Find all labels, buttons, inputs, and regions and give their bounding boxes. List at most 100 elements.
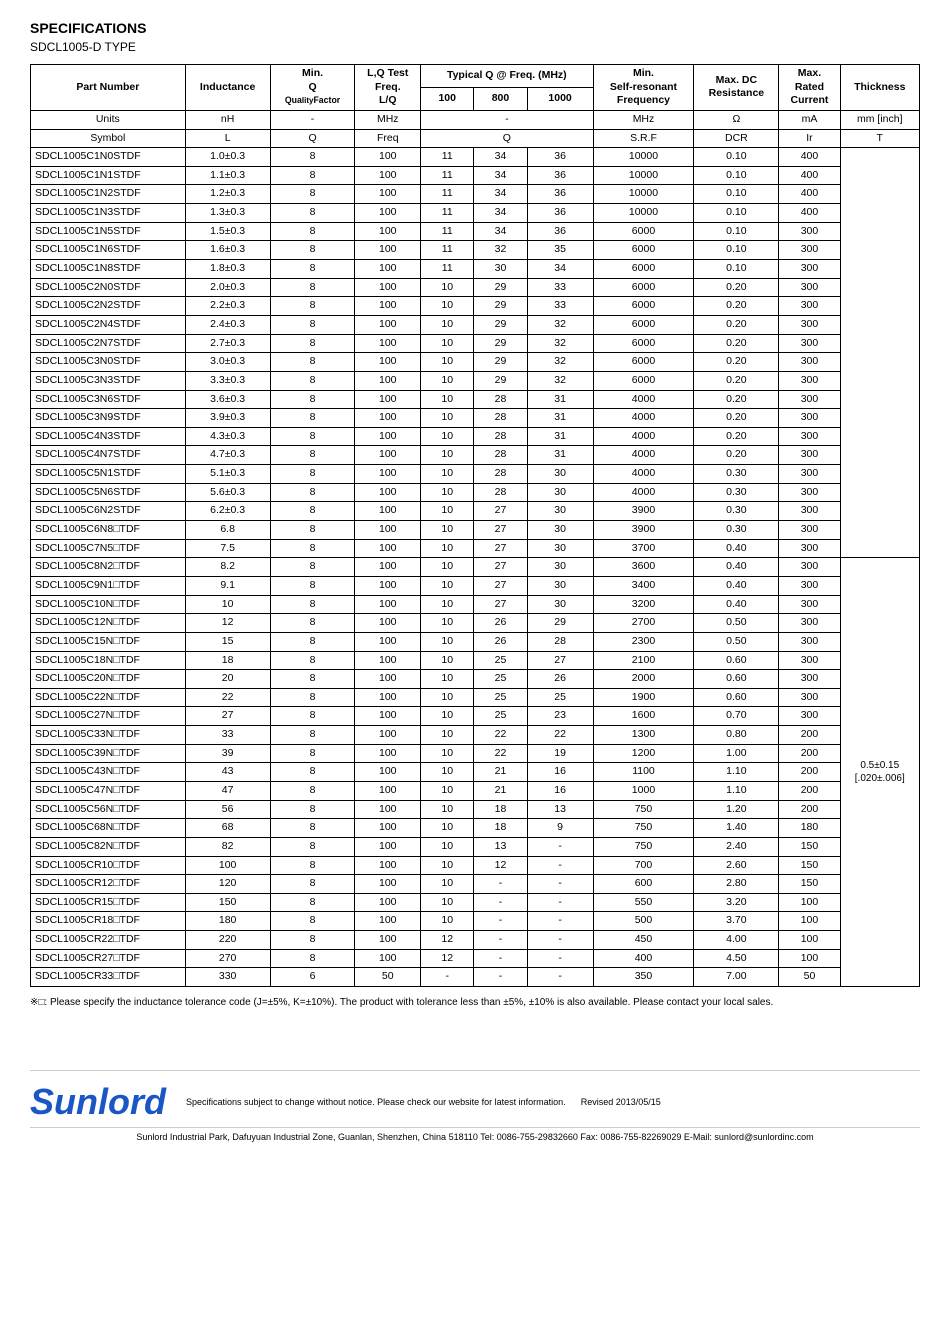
- part-number-cell: SDCL1005C2N7STDF: [31, 334, 186, 353]
- data-cell: 100: [355, 875, 421, 894]
- data-cell: 8: [270, 222, 355, 241]
- table-row: SDCL1005C6N2STDF6.2±0.3810010273039000.3…: [31, 502, 920, 521]
- data-cell: 0.30: [694, 502, 779, 521]
- part-number-cell: SDCL1005C5N6STDF: [31, 483, 186, 502]
- data-cell: 18: [474, 800, 527, 819]
- footer-revised: Revised 2013/05/15: [581, 1097, 661, 1107]
- data-cell: 8: [270, 390, 355, 409]
- units-row: Units nH - MHz - MHz Ω mA mm [inch]: [31, 110, 920, 129]
- table-row: SDCL1005C39N□TDF39810010221912001.00200: [31, 744, 920, 763]
- data-cell: 22: [474, 726, 527, 745]
- data-cell: 8: [270, 185, 355, 204]
- data-cell: 10: [421, 856, 474, 875]
- data-cell: 0.10: [694, 260, 779, 279]
- data-cell: 2.40: [694, 837, 779, 856]
- table-row: SDCL1005C68N□TDF688100101897501.40180: [31, 819, 920, 838]
- data-cell: 100: [355, 558, 421, 577]
- data-cell: 100: [779, 893, 840, 912]
- part-number-cell: SDCL1005C1N8STDF: [31, 260, 186, 279]
- part-number-cell: SDCL1005C12N□TDF: [31, 614, 186, 633]
- data-cell: 10: [421, 427, 474, 446]
- data-cell: 8: [270, 744, 355, 763]
- data-cell: 10: [421, 297, 474, 316]
- data-cell: 8: [270, 446, 355, 465]
- data-cell: 10: [421, 763, 474, 782]
- brand-name: Sunlord: [30, 1081, 166, 1123]
- data-cell: 8: [270, 912, 355, 931]
- data-cell: 100: [355, 931, 421, 950]
- data-cell: 8: [270, 800, 355, 819]
- data-cell: 1300: [593, 726, 694, 745]
- data-cell: 300: [779, 632, 840, 651]
- data-cell: 100: [355, 483, 421, 502]
- table-row: SDCL1005C2N7STDF2.7±0.3810010293260000.2…: [31, 334, 920, 353]
- data-cell: 4.7±0.3: [185, 446, 270, 465]
- data-cell: 1900: [593, 688, 694, 707]
- data-cell: 22: [185, 688, 270, 707]
- data-cell: 1.5±0.3: [185, 222, 270, 241]
- data-cell: 2000: [593, 670, 694, 689]
- part-number-cell: SDCL1005C5N1STDF: [31, 465, 186, 484]
- data-cell: 32: [527, 353, 593, 372]
- data-cell: 10: [421, 781, 474, 800]
- data-cell: 27: [474, 576, 527, 595]
- data-cell: 8: [270, 166, 355, 185]
- data-cell: 10000: [593, 204, 694, 223]
- data-cell: 700: [593, 856, 694, 875]
- table-row: SDCL1005C1N3STDF1.3±0.38100113436100000.…: [31, 204, 920, 223]
- data-cell: -: [527, 949, 593, 968]
- part-number-cell: SDCL1005C22N□TDF: [31, 688, 186, 707]
- data-cell: 1.1±0.3: [185, 166, 270, 185]
- data-cell: 100: [355, 427, 421, 446]
- data-cell: 200: [779, 781, 840, 800]
- data-cell: 22: [527, 726, 593, 745]
- data-cell: 300: [779, 502, 840, 521]
- data-cell: 100: [355, 800, 421, 819]
- data-cell: 8: [270, 726, 355, 745]
- data-cell: 12: [421, 931, 474, 950]
- data-cell: 100: [355, 595, 421, 614]
- data-cell: 50: [355, 968, 421, 987]
- data-cell: 29: [474, 371, 527, 390]
- data-cell: 1.10: [694, 781, 779, 800]
- data-cell: 3700: [593, 539, 694, 558]
- data-cell: 6: [270, 968, 355, 987]
- data-cell: 10: [421, 632, 474, 651]
- data-cell: 68: [185, 819, 270, 838]
- data-cell: 8: [270, 371, 355, 390]
- data-cell: 13: [527, 800, 593, 819]
- data-cell: 0.10: [694, 241, 779, 260]
- data-cell: 28: [474, 427, 527, 446]
- data-cell: 100: [355, 409, 421, 428]
- data-cell: 100: [355, 707, 421, 726]
- data-cell: 6000: [593, 315, 694, 334]
- data-cell: 10: [421, 315, 474, 334]
- data-cell: 100: [355, 819, 421, 838]
- data-cell: 21: [474, 763, 527, 782]
- data-cell: 30: [474, 260, 527, 279]
- page-subtitle: SDCL1005-D TYPE: [30, 40, 920, 54]
- data-cell: 100: [355, 912, 421, 931]
- data-cell: 8: [270, 949, 355, 968]
- data-cell: 10: [421, 483, 474, 502]
- data-cell: 10: [421, 539, 474, 558]
- units-label: Units: [31, 110, 186, 129]
- data-cell: 4000: [593, 483, 694, 502]
- data-cell: 300: [779, 614, 840, 633]
- data-cell: 12: [421, 949, 474, 968]
- table-row: SDCL1005C3N9STDF3.9±0.3810010283140000.2…: [31, 409, 920, 428]
- part-number-cell: SDCL1005C15N□TDF: [31, 632, 186, 651]
- data-cell: -: [474, 875, 527, 894]
- data-cell: 100: [355, 744, 421, 763]
- data-cell: 8: [270, 353, 355, 372]
- specifications-table: Part Number Inductance Min.QQualityFacto…: [30, 64, 920, 987]
- data-cell: 200: [779, 744, 840, 763]
- data-cell: 500: [593, 912, 694, 931]
- data-cell: 150: [779, 856, 840, 875]
- data-cell: 0.20: [694, 334, 779, 353]
- data-cell: 31: [527, 446, 593, 465]
- table-row: SDCL1005CR22□TDF220810012--4504.00100: [31, 931, 920, 950]
- data-cell: 11: [421, 222, 474, 241]
- data-cell: 2.60: [694, 856, 779, 875]
- data-cell: 0.20: [694, 371, 779, 390]
